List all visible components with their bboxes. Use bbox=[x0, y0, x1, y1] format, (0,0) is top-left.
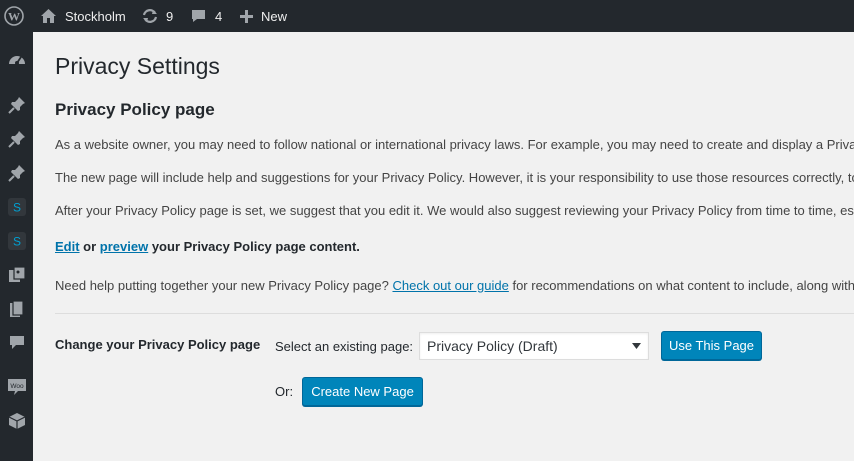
help-paragraph: The new page will include help and sugge… bbox=[55, 170, 854, 185]
pages-icon bbox=[9, 300, 24, 317]
woocommerce-icon: Woo bbox=[7, 379, 26, 395]
sidebar-item-comments[interactable] bbox=[0, 326, 33, 360]
svg-text:S: S bbox=[12, 235, 20, 249]
site-name-link[interactable]: Stockholm bbox=[40, 0, 126, 32]
edit-suffix-text: your Privacy Policy page content. bbox=[148, 239, 360, 254]
new-label: New bbox=[261, 8, 288, 24]
svg-text:W: W bbox=[8, 10, 20, 24]
section-divider bbox=[55, 313, 854, 314]
comments-link[interactable]: 4 bbox=[190, 0, 222, 32]
sidebar-item-s-plugin-2[interactable]: S bbox=[0, 224, 33, 258]
sidebar-item-pin-2[interactable] bbox=[0, 122, 33, 156]
sidebar-item-pin-3[interactable] bbox=[0, 156, 33, 190]
sidebar-item-posts[interactable] bbox=[0, 88, 33, 122]
create-new-page-button[interactable]: Create New Page bbox=[302, 377, 423, 406]
comments-icon bbox=[9, 336, 24, 349]
pin-icon bbox=[7, 165, 25, 182]
products-icon bbox=[8, 413, 25, 429]
comments-count: 4 bbox=[215, 8, 223, 24]
or-text: or bbox=[79, 239, 100, 254]
pin-icon bbox=[7, 131, 25, 148]
guide-link[interactable]: Check out our guide bbox=[392, 278, 508, 293]
admin-bar: W Stockholm 9 4 New bbox=[0, 0, 854, 32]
edit-link[interactable]: Edit bbox=[55, 239, 80, 254]
guide-paragraph: Need help putting together your new Priv… bbox=[55, 276, 854, 296]
svg-text:Woo: Woo bbox=[10, 383, 24, 390]
home-icon bbox=[40, 8, 57, 24]
dashboard-icon bbox=[8, 56, 25, 65]
preview-link[interactable]: preview bbox=[100, 239, 148, 254]
page-title: Privacy Settings bbox=[55, 53, 220, 79]
edit-preview-line: Edit or preview your Privacy Policy page… bbox=[55, 237, 360, 257]
guide-suffix-text: for recommendations on what content to i… bbox=[512, 278, 854, 293]
sidebar-item-media[interactable] bbox=[0, 258, 33, 292]
admin-sidebar: S S Woo bbox=[0, 32, 33, 461]
sidebar-item-pages[interactable] bbox=[0, 292, 33, 326]
wordpress-logo-icon[interactable]: W bbox=[4, 0, 26, 32]
s-plugin-icon: S bbox=[7, 232, 26, 250]
selected-page-value: Privacy Policy (Draft) bbox=[427, 338, 558, 354]
svg-text:S: S bbox=[12, 201, 20, 215]
or-label: Or: bbox=[275, 384, 294, 399]
change-page-label: Change your Privacy Policy page bbox=[55, 337, 261, 352]
site-name: Stockholm bbox=[65, 8, 126, 24]
edit-advice-paragraph: After your Privacy Policy page is set, w… bbox=[55, 203, 854, 218]
select-existing-label: Select an existing page: bbox=[275, 339, 414, 354]
guide-prefix-text: Need help putting together your new Priv… bbox=[55, 278, 393, 293]
plus-icon bbox=[239, 9, 254, 24]
media-icon bbox=[8, 266, 26, 282]
use-this-page-button[interactable]: Use This Page bbox=[661, 331, 762, 360]
main-content: Privacy Settings Privacy Policy page As … bbox=[33, 32, 854, 461]
updates-link[interactable]: 9 bbox=[141, 0, 173, 32]
section-title: Privacy Policy page bbox=[55, 100, 215, 119]
intro-paragraph: As a website owner, you may need to foll… bbox=[55, 137, 854, 152]
sidebar-item-woocommerce[interactable]: Woo bbox=[0, 370, 33, 404]
pin-icon bbox=[7, 97, 25, 114]
chevron-down-icon bbox=[632, 343, 641, 349]
sidebar-item-products[interactable] bbox=[0, 404, 33, 438]
s-plugin-icon: S bbox=[7, 198, 26, 216]
sidebar-item-s-plugin-1[interactable]: S bbox=[0, 190, 33, 224]
sidebar-item-dashboard[interactable] bbox=[0, 42, 33, 76]
new-content-link[interactable]: New bbox=[239, 0, 287, 32]
updates-icon bbox=[141, 8, 159, 24]
updates-count: 9 bbox=[166, 8, 174, 24]
privacy-page-select[interactable]: Privacy Policy (Draft) bbox=[419, 332, 649, 360]
comments-icon bbox=[190, 8, 207, 24]
